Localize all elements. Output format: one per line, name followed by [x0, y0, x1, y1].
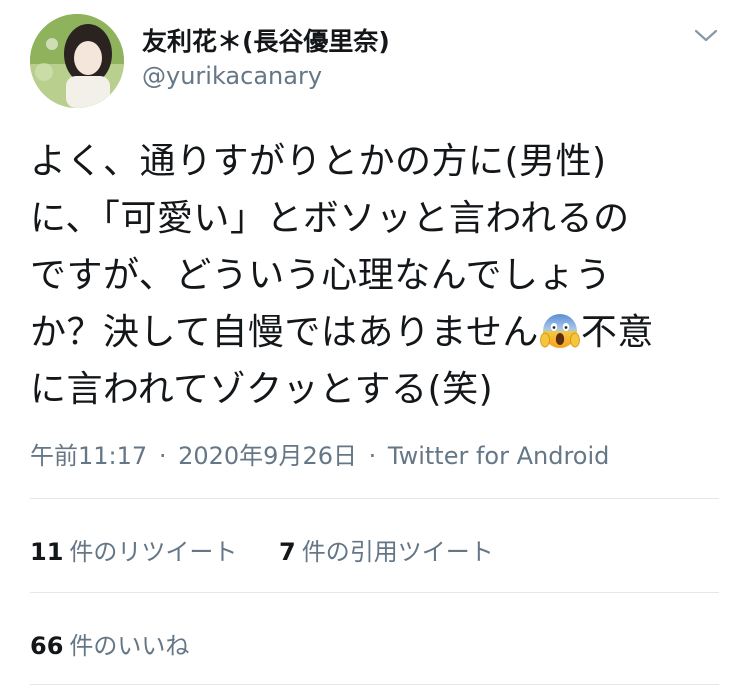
divider	[30, 498, 719, 499]
meta-separator: ·	[158, 442, 167, 470]
meta-separator: ·	[368, 442, 377, 470]
tweet-line: ですが、どういう心理なんでしょう	[30, 255, 612, 296]
retweets-stat[interactable]: 11 件のリツイート	[30, 538, 245, 566]
likes-label: 件のいいね	[69, 632, 190, 660]
tweet-text: よく、通りすがりとかの方に(男性) に、「可愛い」とボソッと言われるの ですが、…	[30, 133, 730, 418]
tweet-line: よく、通りすがりとかの方に(男性)	[30, 141, 607, 182]
quotes-label: 件の引用ツイート	[301, 538, 494, 566]
tweet-line: か？決して自慢ではありません	[30, 312, 539, 353]
stats-row: 11 件のリツイート 7 件の引用ツイート	[30, 532, 494, 567]
user-handle[interactable]: @yurikacanary	[142, 62, 322, 90]
quotes-count: 7	[279, 538, 296, 566]
divider	[30, 684, 719, 685]
face-screaming-in-fear-icon	[539, 310, 580, 350]
tweet-detail: 友利花＊(長谷優里奈) @yurikacanary よく、通りすがりとかの方に(…	[0, 0, 749, 687]
avatar-image	[30, 14, 124, 108]
tweet-source[interactable]: Twitter for Android	[388, 442, 609, 470]
divider	[30, 592, 719, 593]
retweets-label: 件のリツイート	[69, 538, 238, 566]
tweet-date[interactable]: 2020年9月26日	[178, 442, 357, 470]
tweet-line: 不意	[580, 312, 654, 353]
likes-row: 66 件のいいね	[30, 626, 189, 661]
display-name[interactable]: 友利花＊(長谷優里奈)	[142, 22, 390, 58]
likes-stat[interactable]: 66 件のいいね	[30, 632, 189, 660]
chevron-down-icon[interactable]	[693, 27, 719, 45]
tweet-line: に、「可愛い」とボソッと言われるの	[30, 198, 630, 239]
likes-count: 66	[30, 632, 64, 660]
retweets-count: 11	[30, 538, 64, 566]
tweet-line: に言われてゾクッとする(笑)	[30, 369, 494, 410]
quotes-stat[interactable]: 7 件の引用ツイート	[279, 538, 494, 566]
avatar[interactable]	[30, 14, 124, 108]
tweet-meta: 午前11:17 · 2020年9月26日 · Twitter for Andro…	[30, 436, 609, 471]
tweet-time[interactable]: 午前11:17	[30, 442, 147, 470]
